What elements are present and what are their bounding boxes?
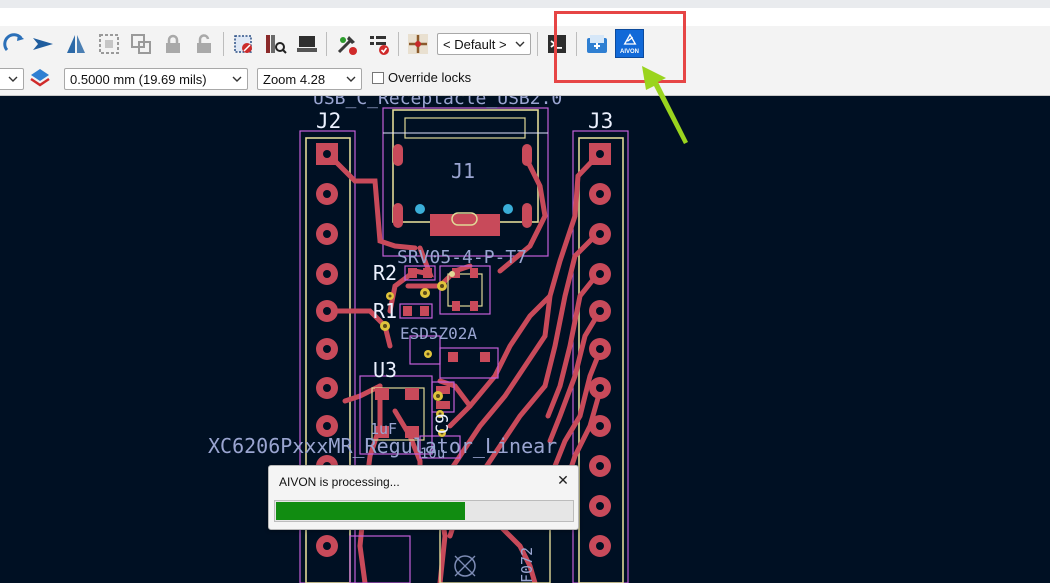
aux-toolbar: 0.5000 mm (19.69 mils) Zoom 4.28 Overrid…: [0, 63, 1050, 96]
mirror-icon[interactable]: [63, 31, 89, 57]
label-cap-value: 1uF: [370, 420, 397, 438]
usb-hole: [415, 204, 425, 214]
label-u3: U3: [373, 358, 397, 382]
layer-stack-icon[interactable]: [27, 65, 53, 91]
close-icon[interactable]: ✕: [554, 471, 572, 489]
toolbar-separator: [223, 32, 224, 56]
usb-hole: [503, 204, 513, 214]
label-c9: C9: [433, 414, 453, 434]
label-j1: J1: [451, 159, 475, 183]
label-ic-part: ESD5Z02A: [400, 324, 477, 343]
unlock-icon[interactable]: [191, 31, 217, 57]
group-icon[interactable]: [96, 31, 122, 57]
toolbar-separator: [537, 32, 538, 56]
progress-bar: [274, 500, 574, 522]
progress-fill: [276, 502, 465, 520]
label-r2: R2: [373, 261, 397, 285]
zoom-select[interactable]: Zoom 4.28: [257, 68, 362, 90]
main-toolbar: < Default > AIVON: [0, 26, 1050, 63]
board-setup-icon[interactable]: [294, 31, 320, 57]
toolbar-separator: [398, 32, 399, 56]
label-10u: 10u: [420, 446, 445, 462]
layer-preset-value: < Default >: [443, 36, 507, 52]
label-j3: J3: [588, 109, 613, 133]
toolbar-separator: [326, 32, 327, 56]
footprint-library-icon[interactable]: [262, 31, 288, 57]
chevron-down-icon: [346, 76, 356, 82]
ungroup-icon[interactable]: [128, 31, 154, 57]
override-locks-label: Override locks: [388, 70, 472, 85]
chevron-down-icon: [515, 41, 525, 47]
dialog-title: AIVON is processing...: [279, 475, 400, 489]
label-r1: R1: [373, 299, 397, 323]
arrow-icon: [642, 66, 688, 144]
flip-icon[interactable]: [30, 31, 56, 57]
zoom-value: Zoom 4.28: [263, 71, 326, 87]
chevron-down-icon: [8, 76, 18, 82]
processing-dialog: AIVON is processing... ✕: [268, 465, 579, 530]
lock-icon[interactable]: [160, 31, 186, 57]
label-usb-part: SRV05-4-P-T7: [397, 247, 527, 268]
grid-value: 0.5000 mm (19.69 mils): [70, 71, 207, 87]
title-gap: [0, 8, 1050, 26]
layer-preset-select[interactable]: < Default >: [437, 33, 531, 55]
label-top-footprint: USB_C_Receptacle_USB2.0: [313, 96, 562, 109]
checklist-icon[interactable]: [366, 31, 392, 57]
scripting-icon[interactable]: [405, 31, 431, 57]
label-f0: F072: [518, 547, 536, 583]
chevron-down-icon: [232, 76, 242, 82]
footprint-editor-icon[interactable]: [230, 31, 256, 57]
rotate-icon[interactable]: [2, 31, 28, 57]
grid-select[interactable]: 0.5000 mm (19.69 mils): [64, 68, 248, 90]
label-j2: J2: [316, 109, 341, 133]
drc-icon[interactable]: [334, 31, 360, 57]
override-locks-checkbox[interactable]: [372, 72, 384, 84]
track-width-select[interactable]: [0, 68, 24, 90]
window-top-strip: [0, 0, 1050, 8]
